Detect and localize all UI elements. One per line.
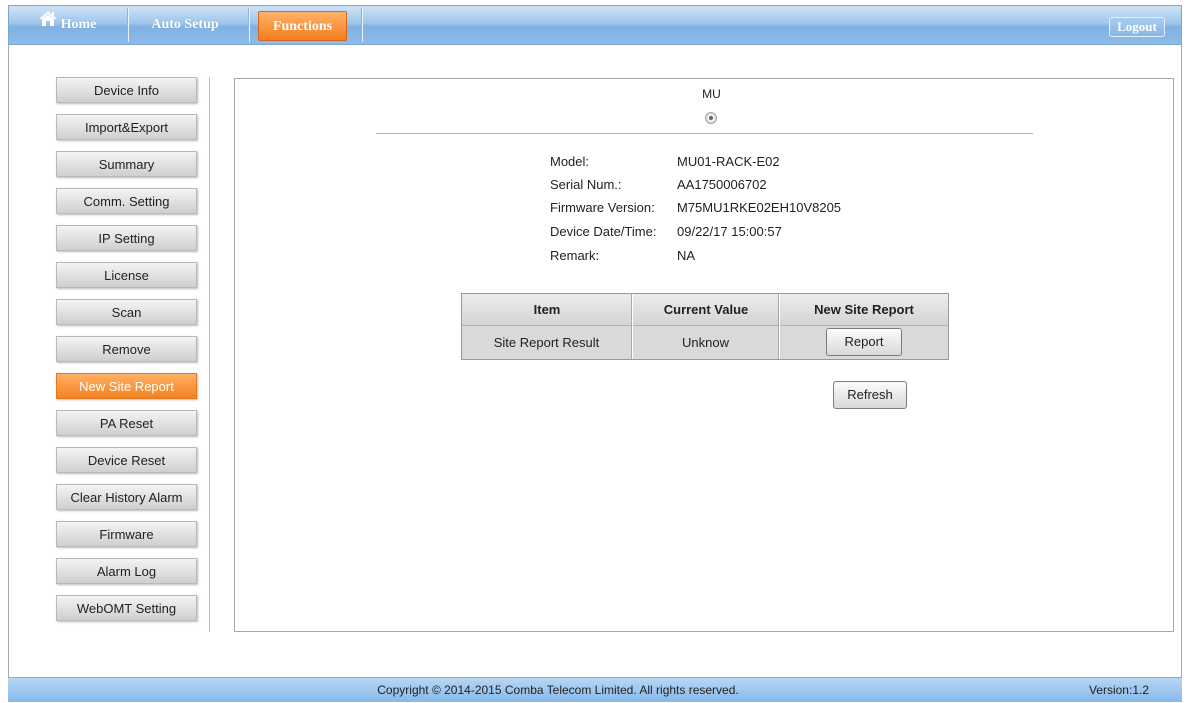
nav-divider <box>248 8 250 42</box>
info-value: AA1750006702 <box>677 177 767 192</box>
info-value: MU01-RACK-E02 <box>677 154 780 169</box>
sidebar-item-device-reset[interactable]: Device Reset <box>56 447 197 473</box>
sidebar-item-remove[interactable]: Remove <box>56 336 197 362</box>
copyright-text: Copyright © 2014-2015 Comba Telecom Limi… <box>377 683 739 697</box>
home-icon <box>38 4 58 42</box>
nav-divider <box>127 8 129 42</box>
footer: Copyright © 2014-2015 Comba Telecom Limi… <box>8 677 1182 702</box>
device-selector-label: MU <box>702 87 721 101</box>
info-value: NA <box>677 248 696 263</box>
sidebar-item-import-export[interactable]: Import&Export <box>56 114 197 140</box>
refresh-button[interactable]: Refresh <box>833 381 907 409</box>
version-text: Version:1.2 <box>1088 683 1149 697</box>
info-label: Firmware Version: <box>550 200 655 215</box>
top-nav-bar: Home Auto Setup Functions Logout <box>8 5 1182 45</box>
sidebar-item-summary[interactable]: Summary <box>56 151 197 177</box>
sidebar-item-pa-reset[interactable]: PA Reset <box>56 410 197 436</box>
sidebar-item-new-site-report[interactable]: New Site Report <box>56 373 197 399</box>
nav-functions[interactable]: Functions <box>258 11 347 41</box>
content-panel: MU Model: MU01-RACK-E02 Serial Num.: AA1… <box>234 78 1174 632</box>
main-area: Device Info Import&Export Summary Comm. … <box>8 45 1182 677</box>
sidebar-item-device-info[interactable]: Device Info <box>56 77 197 103</box>
logout-button[interactable]: Logout <box>1109 17 1165 37</box>
table-header-new-site-report: New Site Report <box>780 294 948 325</box>
sidebar-item-alarm-log[interactable]: Alarm Log <box>56 558 197 584</box>
table-header-item: Item <box>462 294 632 325</box>
sidebar-item-ip-setting[interactable]: IP Setting <box>56 225 197 251</box>
sidebar-item-comm-setting[interactable]: Comm. Setting <box>56 188 197 214</box>
info-label: Remark: <box>550 248 600 263</box>
nav-home[interactable]: Home <box>11 6 123 44</box>
mu-radio-button[interactable] <box>705 112 717 124</box>
sidebar: Device Info Import&Export Summary Comm. … <box>49 77 210 632</box>
table-cell-current-value: Unknow <box>633 326 778 359</box>
app-frame: Home Auto Setup Functions Logout Device … <box>8 0 1182 702</box>
site-report-table: Item Current Value New Site Report Site … <box>461 293 949 360</box>
info-label: Model: <box>550 154 590 169</box>
sidebar-item-firmware[interactable]: Firmware <box>56 521 197 547</box>
report-button[interactable]: Report <box>826 328 902 356</box>
table-header-current-value: Current Value <box>633 294 779 325</box>
sidebar-item-webomt-setting[interactable]: WebOMT Setting <box>56 595 197 621</box>
nav-divider <box>361 8 363 42</box>
info-label: Device Date/Time: <box>550 224 657 239</box>
table-cell-item: Site Report Result <box>462 326 631 359</box>
divider <box>376 133 1033 134</box>
info-label: Serial Num.: <box>550 177 622 192</box>
nav-home-label: Home <box>60 17 97 32</box>
info-value: M75MU1RKE02EH10V8205 <box>677 200 842 215</box>
info-value: 09/22/17 15:00:57 <box>677 224 782 239</box>
sidebar-item-scan[interactable]: Scan <box>56 299 197 325</box>
sidebar-item-clear-history-alarm[interactable]: Clear History Alarm <box>56 484 197 510</box>
nav-auto-setup[interactable]: Auto Setup <box>131 6 239 44</box>
sidebar-item-license[interactable]: License <box>56 262 197 288</box>
